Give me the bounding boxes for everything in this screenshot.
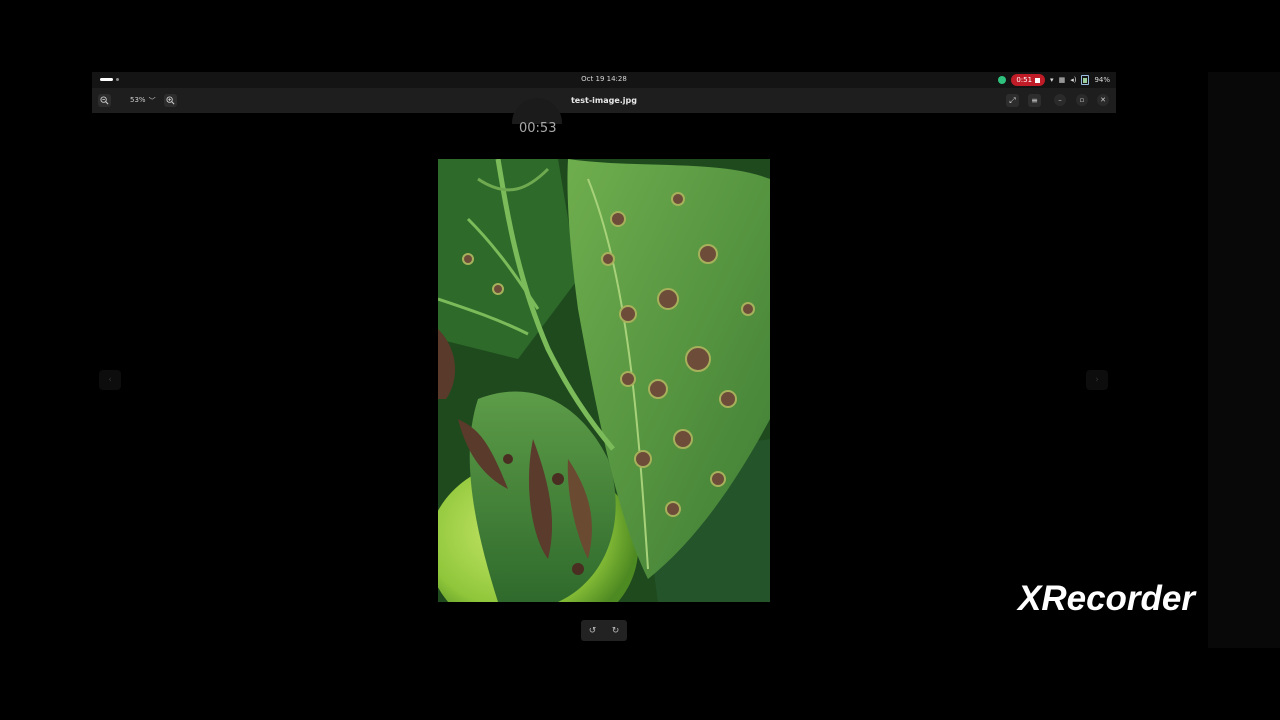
- app-indicator-icon[interactable]: [998, 76, 1007, 84]
- document-title: test-image.jpg: [570, 96, 638, 105]
- xrecorder-logo: XRecorder: [1016, 579, 1197, 618]
- close-icon: ✕: [1100, 96, 1106, 104]
- main-menu-button[interactable]: ≡: [1028, 94, 1041, 107]
- stop-recording-icon: [1035, 77, 1041, 83]
- hamburger-menu-icon: ≡: [1031, 96, 1038, 105]
- keyboard-icon: ▦: [1058, 76, 1066, 84]
- battery-percentage: 94%: [1094, 76, 1110, 84]
- system-tray[interactable]: 0:51 ▾ ▦ ◂) 94%: [998, 74, 1110, 86]
- recording-time: 0:51: [1016, 76, 1033, 84]
- wifi-icon: ▾: [1050, 76, 1054, 84]
- battery-icon: [1081, 75, 1090, 85]
- viewer-header-bar: 53% ﹀ test-image.jpg ⤢ ≡ – ▫ ✕: [92, 88, 1116, 113]
- side-strip: [1208, 72, 1280, 648]
- rotate-left-icon: ↺: [588, 625, 597, 636]
- close-button[interactable]: ✕: [1097, 94, 1109, 106]
- rotate-right-button[interactable]: ↻: [612, 626, 620, 636]
- fullscreen-button[interactable]: ⤢: [1006, 94, 1019, 107]
- chevron-left-icon: ‹: [108, 375, 112, 385]
- previous-image-button[interactable]: ‹: [99, 370, 121, 390]
- maximize-button[interactable]: ▫: [1076, 94, 1088, 106]
- xrecorder-watermark: XRecorder: [1016, 574, 1256, 620]
- watermark-text: XRecorder: [1016, 579, 1197, 618]
- top-bar: Oct 19 14:28 0:51 ▾ ▦ ◂) 94%: [92, 72, 1116, 88]
- fullscreen-icon: ⤢: [1009, 95, 1016, 105]
- minimize-icon: –: [1058, 96, 1062, 104]
- recording-overlay-timer: 00:53: [519, 121, 557, 136]
- chevron-right-icon: ›: [1095, 375, 1099, 385]
- clock[interactable]: Oct 19 14:28: [92, 75, 1116, 83]
- recording-indicator[interactable]: 0:51: [1011, 74, 1046, 86]
- volume-icon: ◂): [1070, 76, 1077, 84]
- next-image-button[interactable]: ›: [1086, 370, 1108, 390]
- desktop-screen: Oct 19 14:28 0:51 ▾ ▦ ◂) 94% 53% ﹀ test-…: [92, 72, 1116, 648]
- rotate-left-button[interactable]: ↺: [589, 626, 597, 636]
- tomato-leaf-photo: [438, 159, 770, 602]
- minimize-button[interactable]: –: [1054, 94, 1066, 106]
- image-canvas: [438, 159, 770, 602]
- maximize-icon: ▫: [1079, 96, 1085, 104]
- rotate-right-icon: ↻: [611, 625, 620, 636]
- rotate-toolbar: ↺ ↻: [581, 620, 627, 641]
